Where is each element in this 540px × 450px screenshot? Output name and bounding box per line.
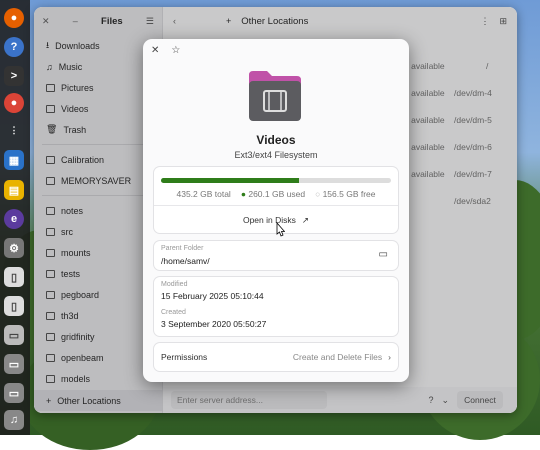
close-icon[interactable]: ✕ bbox=[151, 45, 159, 56]
open-folder-icon[interactable]: ▭ bbox=[379, 249, 388, 260]
video-folder-icon bbox=[249, 71, 301, 121]
external-link-icon: ↗ bbox=[301, 214, 310, 225]
settings-icon[interactable]: ⚙ bbox=[4, 238, 24, 258]
free-size-text: 156.5 GB free bbox=[322, 189, 376, 199]
created-value: 3 September 2020 05:50:27 bbox=[161, 319, 267, 329]
mouse-cursor-icon bbox=[276, 222, 285, 237]
usage-bar bbox=[161, 178, 391, 183]
disk-icon-2[interactable]: ▭ bbox=[4, 354, 24, 374]
free-size: ○ 156.5 GB free bbox=[315, 189, 376, 199]
open-in-disks-label: Open in Disks bbox=[242, 215, 296, 225]
created-label: Created bbox=[161, 309, 186, 316]
usb-drive-icon[interactable]: ▯ bbox=[4, 267, 24, 287]
firefox-icon[interactable]: ● bbox=[4, 8, 24, 28]
star-icon[interactable]: ☆ bbox=[171, 45, 180, 56]
dates-card: Modified 15 February 2025 05:10:44 Creat… bbox=[154, 277, 398, 336]
calendar-icon[interactable]: ▦ bbox=[4, 150, 24, 170]
permissions-row[interactable]: Permissions Create and Delete Files › bbox=[154, 343, 398, 371]
modified-value: 15 February 2025 05:10:44 bbox=[161, 291, 264, 301]
filesystem-type: Ext3/ext4 Filesystem bbox=[234, 150, 318, 160]
permissions-label: Permissions bbox=[161, 352, 208, 362]
apps-dots-icon[interactable]: ⋮ bbox=[4, 120, 24, 140]
used-size: ● 260.1 GB used bbox=[240, 189, 306, 199]
parent-folder-card[interactable]: Parent Folder /home/samv/ ▭ bbox=[154, 241, 398, 270]
terminal-icon[interactable]: > bbox=[4, 66, 24, 86]
music-app-icon[interactable]: ♫ bbox=[4, 410, 24, 430]
parent-folder-label: Parent Folder bbox=[161, 245, 204, 252]
total-size: 435.2 GB total bbox=[176, 189, 231, 199]
modified-label: Modified bbox=[161, 281, 188, 288]
usb-drive-icon-2[interactable]: ▯ bbox=[4, 296, 24, 316]
disk-icon-3[interactable]: ▭ bbox=[4, 383, 24, 403]
usage-bar-fill bbox=[161, 178, 299, 183]
help-icon[interactable]: ? bbox=[4, 37, 24, 57]
chevron-right-icon: › bbox=[388, 352, 391, 362]
disk-icon[interactable]: ▭ bbox=[4, 325, 24, 345]
used-size-text: 260.1 GB used bbox=[248, 189, 306, 199]
dock: ● ? > ● ⋮ ▦ ▤ e ⚙ ▯ ▯ ▭ ▭ ▭ ♫ bbox=[0, 0, 30, 435]
item-name: Videos bbox=[256, 133, 296, 147]
permissions-value: Create and Delete Files bbox=[292, 352, 383, 362]
chrome-icon[interactable]: ● bbox=[4, 93, 24, 113]
eclipse-icon[interactable]: e bbox=[4, 209, 24, 229]
properties-dialog: ✕ ☆ Videos Ext3/ext4 Filesystem 435.2 GB… bbox=[143, 39, 409, 382]
notes-icon[interactable]: ▤ bbox=[4, 180, 24, 200]
parent-folder-value: /home/samv/ bbox=[161, 256, 210, 266]
